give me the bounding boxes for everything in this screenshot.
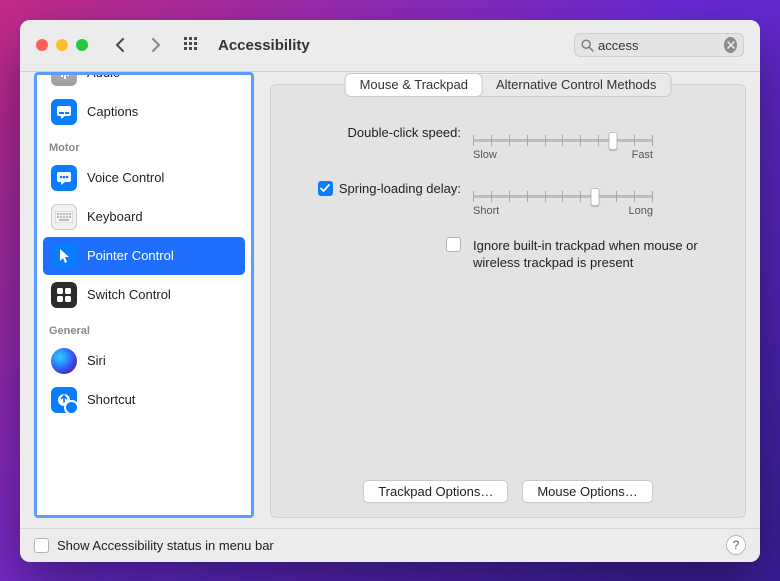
double-click-max-label: Fast (632, 149, 653, 161)
spring-loading-delay-slider[interactable] (473, 187, 653, 191)
pane-footer: Show Accessibility status in menu bar ? (20, 528, 760, 562)
sidebar-item-pointer-control[interactable]: Pointer Control (43, 237, 245, 275)
sidebar-item-label: Shortcut (87, 392, 135, 407)
double-click-label: Double-click speed: (291, 125, 461, 140)
toolbar-search[interactable] (574, 33, 744, 57)
show-status-label: Show Accessibility status in menu bar (57, 538, 274, 553)
pane-title: Accessibility (218, 37, 310, 54)
spring-loading-min-label: Short (473, 205, 499, 217)
sidebar-item-shortcut[interactable]: Shortcut (43, 381, 245, 419)
double-click-speed-row: Double-click speed: Slow Fast (291, 125, 725, 161)
show-all-button[interactable] (182, 35, 202, 55)
mouse-options-button[interactable]: Mouse Options… (522, 480, 652, 503)
sidebar-item-keyboard[interactable]: Keyboard (43, 198, 245, 236)
double-click-min-label: Slow (473, 149, 497, 161)
window-controls (36, 39, 88, 51)
search-icon (581, 39, 594, 52)
spring-loading-row: Spring-loading delay: Short Lon (291, 181, 725, 217)
audio-icon (51, 72, 77, 86)
shortcut-icon (51, 387, 77, 413)
spring-loading-label: Spring-loading delay: (339, 181, 461, 196)
ignore-trackpad-checkbox[interactable] (446, 237, 461, 252)
spring-loading-max-label: Long (629, 205, 653, 217)
pointer-control-icon (51, 243, 77, 269)
sidebar-item-label: Pointer Control (87, 248, 174, 263)
pane-body: Audio Captions Motor Voice Control (20, 72, 760, 528)
help-icon: ? (733, 538, 740, 552)
ignore-trackpad-row: Ignore built-in trackpad when mouse or w… (291, 237, 725, 272)
sidebar-item-label: Audio (87, 72, 120, 81)
settings-pane: Mouse & Trackpad Alternative Control Met… (270, 72, 746, 518)
zoom-window-button[interactable] (76, 39, 88, 51)
trackpad-options-button[interactable]: Trackpad Options… (363, 480, 508, 503)
double-click-speed-slider[interactable] (473, 131, 653, 135)
tab-alternative-control[interactable]: Alternative Control Methods (482, 74, 670, 96)
sidebar-section-motor: Motor (41, 132, 247, 158)
keyboard-icon (51, 204, 77, 230)
sidebar-item-label: Switch Control (87, 287, 171, 302)
clear-search-button[interactable] (724, 37, 737, 53)
voice-control-icon (51, 165, 77, 191)
captions-icon (51, 99, 77, 125)
tab-label: Mouse & Trackpad (360, 77, 468, 92)
back-button[interactable] (110, 33, 130, 57)
accessibility-sidebar[interactable]: Audio Captions Motor Voice Control (34, 72, 254, 518)
sidebar-item-voice-control[interactable]: Voice Control (43, 159, 245, 197)
sidebar-item-siri[interactable]: Siri (43, 342, 245, 380)
system-preferences-window: Accessibility Audio (20, 20, 760, 562)
siri-icon (51, 348, 77, 374)
window-toolbar: Accessibility (20, 20, 760, 72)
help-button[interactable]: ? (726, 535, 746, 555)
close-window-button[interactable] (36, 39, 48, 51)
minimize-window-button[interactable] (56, 39, 68, 51)
sidebar-item-label: Voice Control (87, 170, 164, 185)
sidebar-item-label: Siri (87, 353, 106, 368)
spring-loading-checkbox[interactable] (318, 181, 333, 196)
sidebar-section-general: General (41, 315, 247, 341)
switch-control-icon (51, 282, 77, 308)
sidebar-item-captions[interactable]: Captions (43, 93, 245, 131)
pointer-control-tabs: Mouse & Trackpad Alternative Control Met… (345, 73, 672, 97)
pointer-control-panel: Mouse & Trackpad Alternative Control Met… (270, 84, 746, 518)
ignore-trackpad-label: Ignore built-in trackpad when mouse or w… (473, 237, 725, 272)
forward-button[interactable] (146, 33, 166, 57)
tab-label: Alternative Control Methods (496, 77, 656, 92)
sidebar-item-label: Keyboard (87, 209, 143, 224)
show-status-checkbox[interactable] (34, 538, 49, 553)
sidebar-item-audio[interactable]: Audio (43, 72, 245, 92)
tab-mouse-trackpad[interactable]: Mouse & Trackpad (346, 74, 482, 96)
sidebar-item-label: Captions (87, 104, 138, 119)
sidebar-item-switch-control[interactable]: Switch Control (43, 276, 245, 314)
search-input[interactable] (598, 38, 724, 53)
